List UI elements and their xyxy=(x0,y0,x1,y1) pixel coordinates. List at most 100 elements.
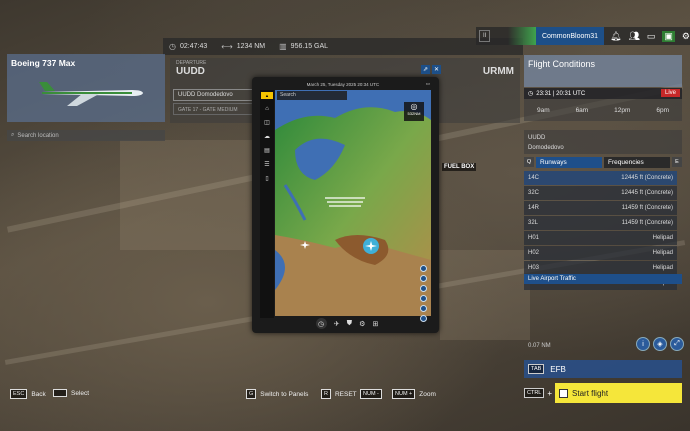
hint-label: Zoom xyxy=(419,390,436,398)
hint-key: ESC xyxy=(10,389,28,399)
time-scale[interactable]: 9am 6am 12pm 6pm xyxy=(524,99,682,121)
local-time: 23:31 | 20:31 UTC xyxy=(536,90,586,97)
map-tool-icon[interactable] xyxy=(420,305,427,312)
pause-button[interactable]: II xyxy=(479,30,491,42)
list-item[interactable]: H02 Helipad xyxy=(524,246,677,260)
runway-info: 12445 ft (Concrete) xyxy=(621,175,673,181)
hint-label: Back xyxy=(31,390,46,398)
departure-airport-field[interactable]: UUDD Domodedovo xyxy=(173,89,258,101)
compass-icon: ◎ xyxy=(410,102,418,111)
map-tool-icon[interactable] xyxy=(420,295,427,302)
user-icons: 🔔︎ 👥︎ ▭ ▣ ⚙ xyxy=(610,30,690,42)
map-icon[interactable]: ◫ xyxy=(263,118,272,127)
settings-app-icon[interactable]: ⚙ xyxy=(359,320,365,328)
popout-icon[interactable]: ⇗ xyxy=(421,65,430,74)
live-badge[interactable]: Live xyxy=(660,89,680,97)
home-icon[interactable]: ⌂ xyxy=(263,104,272,113)
tablet-status-bar: March 25, Tuesday 2025 20:34 UTC ▭ xyxy=(260,80,430,88)
notification-bell-icon[interactable]: 🔔︎ xyxy=(610,31,621,42)
chat-icon[interactable]: ▭ xyxy=(647,31,656,42)
user-bar: II CommonBloom31 🔔︎ 👥︎ ▭ ▣ ⚙ xyxy=(476,27,690,45)
close-icon[interactable]: ✕ xyxy=(432,65,441,74)
list-item[interactable]: 32L 11459 ft (Concrete) xyxy=(524,216,677,230)
hint-key: NUM - xyxy=(360,389,382,399)
time-row[interactable]: ◷ 23:31 | 20:31 UTC Live xyxy=(524,88,682,99)
grid-app-icon[interactable]: ⊞ xyxy=(373,320,379,328)
document-icon[interactable]: ▯ xyxy=(263,174,272,183)
efb-label: EFB xyxy=(550,364,566,374)
time-scale-tick: 6am xyxy=(575,106,589,114)
compass-widget[interactable]: ◎ 532NM xyxy=(404,102,424,121)
settings-gear-icon[interactable]: ⚙ xyxy=(682,31,690,42)
compass-label: 532NM xyxy=(407,111,421,116)
runway-info: 11459 ft (Concrete) xyxy=(621,220,673,226)
runway-name: H02 xyxy=(528,250,540,256)
hint-label: Switch to Panels xyxy=(260,390,309,398)
map-tool-icon[interactable] xyxy=(420,315,427,322)
departure-code: UUDD xyxy=(176,66,205,77)
runway-info: Helipad xyxy=(652,250,673,256)
tablet-app-icon[interactable]: ▲ xyxy=(261,92,273,99)
list-item[interactable]: 14C 12445 ft (Concrete) xyxy=(524,171,677,185)
gate-field[interactable]: GATE 17 - GATE MEDIUM xyxy=(173,103,258,115)
tablet-window-controls: ⇗ ✕ xyxy=(421,65,441,74)
username[interactable]: CommonBloom31 xyxy=(535,27,605,45)
tablet-sidebar: ▲ ⌂ ◫ ☁ ▤ ☰ ▯ xyxy=(260,90,274,318)
clock-app-icon[interactable]: ◷ xyxy=(315,318,327,329)
flight-time: ◷ 02:47:43 xyxy=(169,42,207,51)
runway-name: 32C xyxy=(528,190,540,196)
map-tool-icon[interactable] xyxy=(420,265,427,272)
start-checkbox xyxy=(559,388,569,398)
list-item[interactable]: 14R 11459 ft (Concrete) xyxy=(524,201,677,215)
hint-select[interactable]: Select xyxy=(53,389,89,397)
chart-icon[interactable]: ▤ xyxy=(263,146,272,155)
world-map[interactable] xyxy=(275,90,431,316)
airplane-current-icon xyxy=(363,238,379,254)
airport-info: UUDD Domodedovo xyxy=(524,130,682,154)
start-flight-label: Start flight xyxy=(572,388,609,398)
efb-tablet-icon[interactable]: ▣ xyxy=(662,30,675,42)
hint-zoom-in[interactable]: NUM + Zoom xyxy=(392,389,436,399)
live-traffic-toggle[interactable]: Live Airport Traffic xyxy=(524,274,682,284)
hint-switch-panels[interactable]: G Switch to Panels xyxy=(246,389,308,399)
friends-icon[interactable]: 👥︎ xyxy=(628,31,639,42)
hint-reset[interactable]: R RESET xyxy=(321,389,357,399)
list-item[interactable]: H03 Helipad xyxy=(524,261,677,275)
flight-time-value: 02:47:43 xyxy=(179,43,208,50)
search-location-input[interactable]: ⌕ Search location xyxy=(7,130,165,141)
tab-next-key[interactable]: E xyxy=(672,157,682,167)
time-scale-tick: 9am xyxy=(536,106,550,114)
aircraft-image xyxy=(39,82,143,106)
start-flight-button[interactable]: Start flight xyxy=(555,383,682,403)
airport-code: UUDD xyxy=(528,135,546,141)
list-item[interactable]: H01 Helipad xyxy=(524,231,677,245)
map-tool-icon[interactable] xyxy=(420,275,427,282)
hint-zoom-out[interactable]: NUM - xyxy=(360,389,382,399)
airplane-app-icon[interactable]: ✈ xyxy=(334,320,340,328)
map-search-input[interactable]: Search xyxy=(277,91,347,100)
hint-back[interactable]: ESC Back xyxy=(10,389,46,399)
runway-name: H01 xyxy=(528,235,540,241)
efb-bar[interactable]: TAB EFB xyxy=(524,360,682,378)
tab-prev-key[interactable]: Q xyxy=(524,157,534,167)
checklist-icon[interactable]: ☰ xyxy=(263,160,272,169)
flight-distance-value: 1234 NM xyxy=(236,43,266,50)
clock-icon: ◷ xyxy=(528,91,534,97)
weather-icon[interactable]: ☁ xyxy=(263,132,272,141)
tab-frequencies[interactable]: Frequencies xyxy=(604,156,670,168)
hint-label: Select xyxy=(71,389,90,397)
time-scale-tick: 12pm xyxy=(614,106,631,114)
shield-app-icon[interactable]: ⛊ xyxy=(347,320,352,328)
search-location-placeholder: Search location xyxy=(17,132,59,139)
tab-runways[interactable]: Runways xyxy=(536,156,602,168)
start-flight-bar: CTRL + Start flight xyxy=(524,383,682,403)
airport-name: Domodedovo xyxy=(528,145,564,151)
runway-info: 12445 ft (Concrete) xyxy=(621,190,673,196)
info-icon[interactable]: i xyxy=(636,337,650,351)
layers-icon[interactable]: ◈ xyxy=(653,337,667,351)
map-tool-icon[interactable] xyxy=(420,285,427,292)
list-item[interactable]: 32C 12445 ft (Concrete) xyxy=(524,186,677,200)
aircraft-card[interactable]: Boeing 737 Max xyxy=(7,54,165,122)
distance-icon: ⟷ xyxy=(221,42,233,51)
expand-icon[interactable]: ⤢ xyxy=(670,337,684,351)
